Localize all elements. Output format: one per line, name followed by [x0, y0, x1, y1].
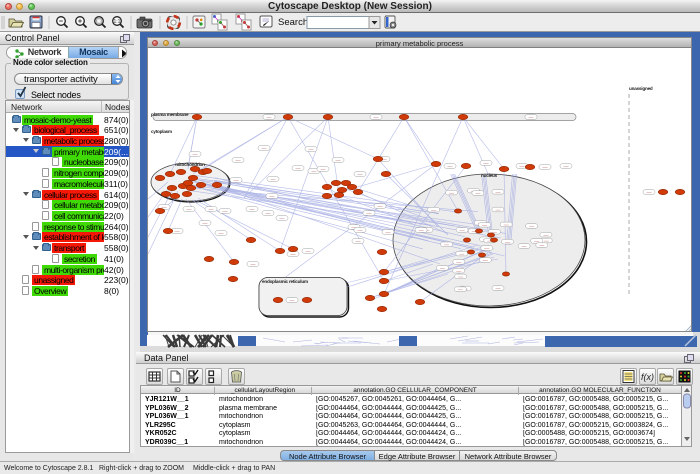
svg-text:1:1: 1:1: [114, 19, 121, 25]
svg-text:f(x): f(x): [641, 372, 654, 382]
svg-text:cytoplasm: cytoplasm: [151, 129, 172, 134]
svg-text:plasma membrane: plasma membrane: [151, 112, 189, 117]
svg-text:nucleus: nucleus: [481, 173, 498, 178]
svg-text:mitochondrion: mitochondrion: [175, 162, 205, 167]
svg-text:unassigned: unassigned: [629, 86, 653, 91]
svg-text:Search:: Search:: [278, 17, 311, 28]
svg-text:endoplasmic reticulum: endoplasmic reticulum: [262, 279, 308, 284]
